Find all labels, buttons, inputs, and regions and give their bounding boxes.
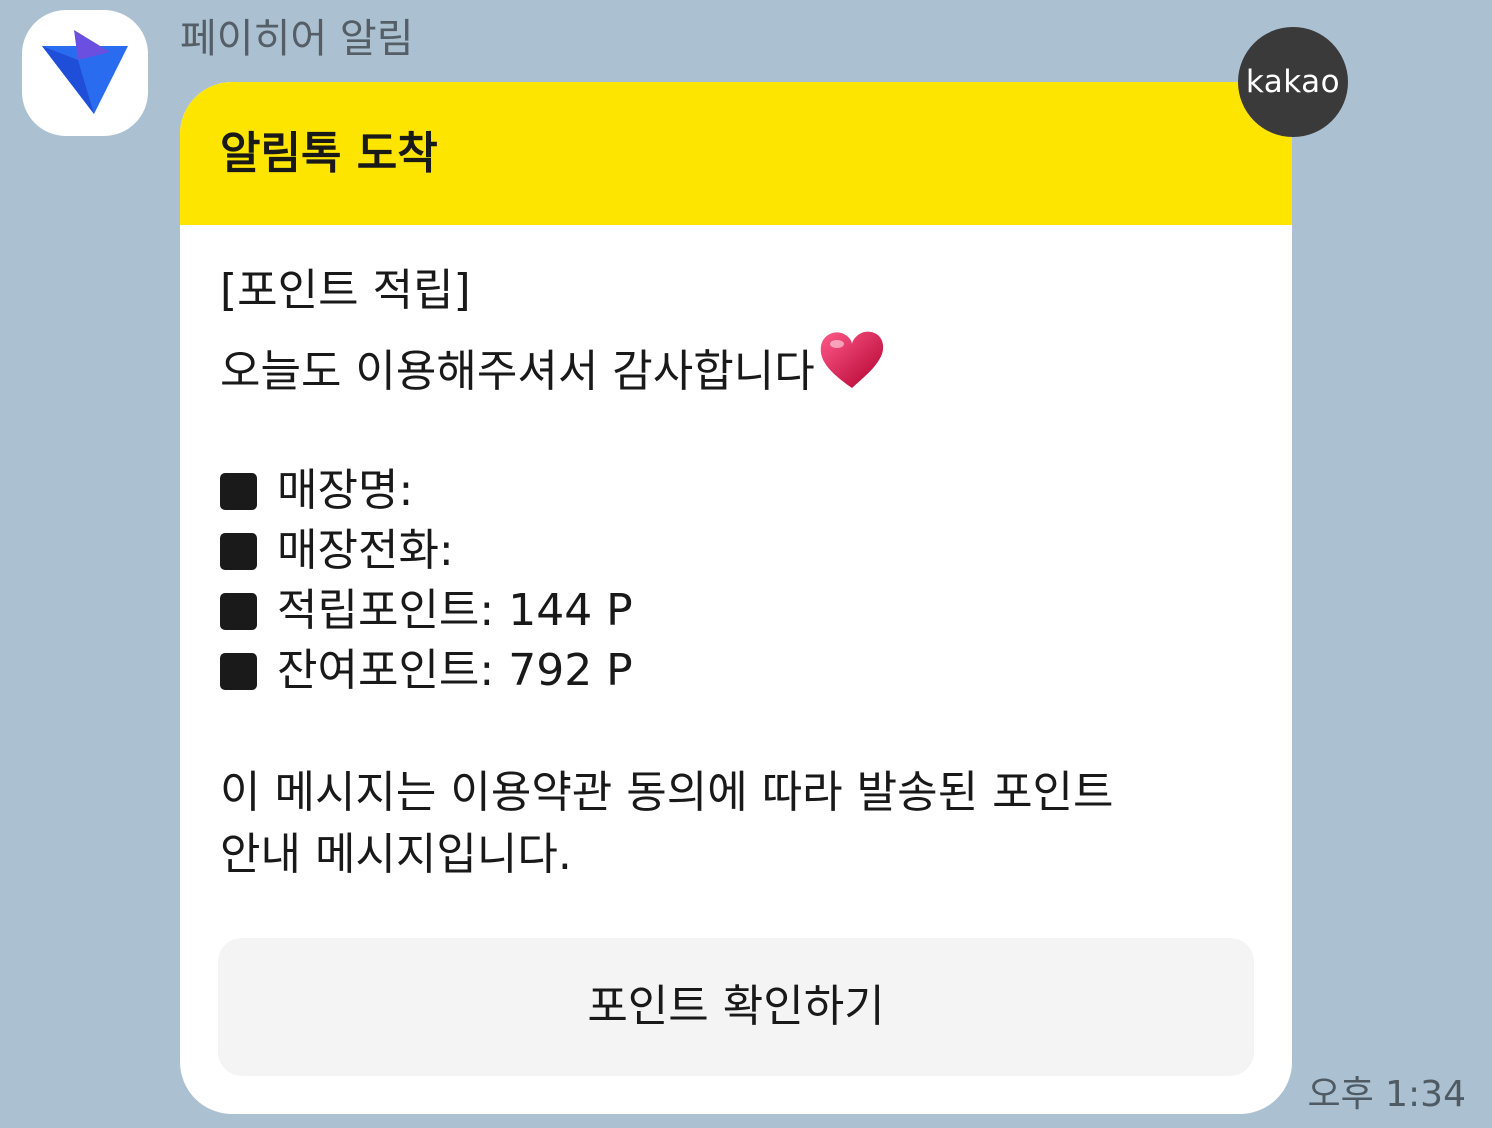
detail-label: 잔여포인트: 792 P [277,645,633,696]
bullet-square-icon [220,533,257,570]
sender-name: 페이히어 알림 [180,16,414,62]
detail-remaining-points: 잔여포인트: 792 P [220,642,633,700]
detail-earned-points: 적립포인트: 144 P [220,582,633,640]
message-timestamp: 오후 1:34 [1307,1074,1466,1115]
detail-label: 적립포인트: 144 P [277,585,633,636]
heart-icon [817,328,887,409]
check-points-button[interactable]: 포인트 확인하기 [218,938,1254,1076]
notice-line-1: 이 메시지는 이용약관 동의에 따라 발송된 포인트 [220,767,1114,818]
bullet-square-icon [220,653,257,690]
payhere-logo-icon [42,30,128,114]
header-title: 알림톡 도착 [220,128,438,179]
detail-store-phone: 매장전화: [220,522,454,580]
greeting-line: 오늘도 이용해주셔서 감사합니다 [220,328,887,409]
detail-label: 매장명: [277,465,414,516]
detail-store-name: 매장명: [220,462,413,520]
message-header: 알림톡 도착 [180,82,1292,225]
message-title: [포인트 적립] [220,265,471,316]
detail-label: 매장전화: [277,525,454,576]
bullet-square-icon [220,593,257,630]
greeting-text: 오늘도 이용해주셔서 감사합니다 [220,346,815,397]
alimtalk-message-bubble: 알림톡 도착 [포인트 적립] 오늘도 이용해주셔서 감사합니다 매장명: 매장… [180,82,1292,1114]
avatar[interactable] [22,10,148,136]
bullet-square-icon [220,473,257,510]
notice-line-2: 안내 메시지입니다. [220,829,572,880]
kakao-badge: kakao [1238,27,1348,137]
